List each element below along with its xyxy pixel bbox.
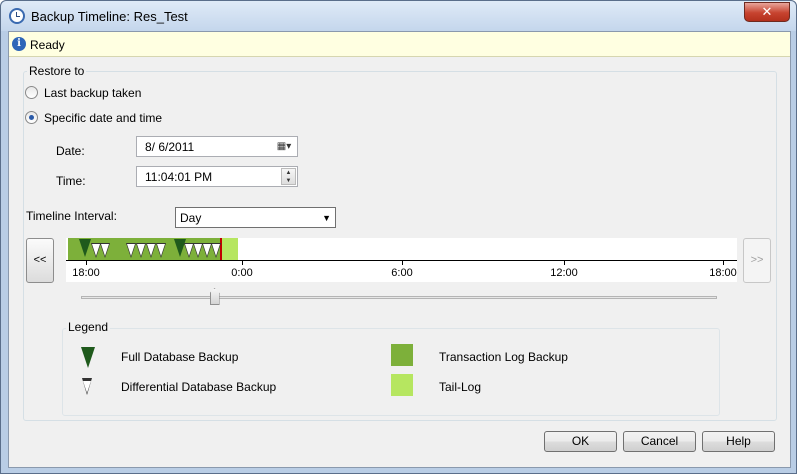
tail-log-swatch	[391, 374, 413, 396]
time-label: Time:	[56, 174, 86, 188]
tick-label: 18:00	[709, 267, 737, 279]
date-picker[interactable]: 8/ 6/2011 ▦▾	[136, 136, 298, 157]
spin-down-icon[interactable]: ▼	[282, 177, 295, 185]
specific-date-radio[interactable]	[25, 111, 38, 124]
legend-tail-log-label: Tail-Log	[439, 380, 482, 394]
backup-timeline-dialog: Backup Timeline: Res_Test ✕ i Ready Rest…	[0, 0, 797, 474]
differential-backup-marker[interactable]	[211, 243, 221, 258]
clock-icon	[9, 8, 25, 24]
timeline-slider-track[interactable]	[81, 296, 717, 299]
full-backup-marker[interactable]	[79, 239, 91, 257]
dialog-body: i Ready Restore to Last backup taken Spe…	[8, 31, 791, 468]
differential-backup-marker[interactable]	[136, 243, 146, 258]
legend-transaction-log-label: Transaction Log Backup	[439, 350, 568, 364]
last-backup-radio[interactable]	[25, 86, 38, 99]
time-spinner[interactable]: ▲ ▼	[281, 168, 296, 185]
date-label: Date:	[56, 144, 85, 158]
timeline-interval-select[interactable]: Day ▼	[175, 207, 336, 228]
cancel-button[interactable]: Cancel	[623, 431, 696, 452]
help-button[interactable]: Help	[702, 431, 775, 452]
chevron-down-icon: ▼	[322, 213, 331, 223]
tick-label: 18:00	[72, 267, 100, 279]
ok-button[interactable]: OK	[544, 431, 617, 452]
tail-log-range	[220, 238, 238, 260]
timeline-next-button[interactable]: >>	[743, 238, 771, 283]
tick-label: 12:00	[550, 267, 578, 279]
axis-tick	[402, 260, 403, 265]
axis-tick	[86, 260, 87, 265]
full-backup-icon	[81, 347, 95, 368]
calendar-dropdown-icon[interactable]: ▦▾	[273, 139, 295, 154]
backup-timeline[interactable]: 18:00 0:00 6:00 12:00 18:00	[66, 238, 737, 282]
specific-date-label[interactable]: Specific date and time	[44, 111, 162, 125]
timeline-interval-label: Timeline Interval:	[26, 209, 117, 223]
spin-up-icon[interactable]: ▲	[282, 169, 295, 177]
differential-backup-marker[interactable]	[126, 243, 136, 258]
axis-tick	[564, 260, 565, 265]
tick-label: 6:00	[391, 267, 413, 279]
differential-backup-marker[interactable]	[156, 243, 166, 258]
last-backup-label[interactable]: Last backup taken	[44, 86, 141, 100]
time-picker[interactable]: 11:04:01 PM ▲ ▼	[136, 166, 298, 187]
date-value: 8/ 6/2011	[145, 140, 195, 154]
restore-to-label: Restore to	[27, 64, 87, 78]
timeline-prev-button[interactable]: <<	[26, 238, 54, 283]
legend-full-backup-label: Full Database Backup	[121, 350, 239, 364]
tick-label: 0:00	[231, 267, 253, 279]
differential-backup-icon	[82, 378, 92, 395]
legend-group	[62, 328, 720, 416]
info-icon: i	[12, 37, 26, 51]
differential-backup-marker[interactable]	[146, 243, 156, 258]
differential-backup-marker[interactable]	[100, 243, 110, 258]
transaction-log-swatch	[391, 344, 413, 366]
close-button[interactable]: ✕	[744, 2, 790, 22]
axis-tick	[242, 260, 243, 265]
status-text: Ready	[30, 38, 65, 52]
legend-differential-label: Differential Database Backup	[121, 380, 277, 394]
window-title: Backup Timeline: Res_Test	[31, 9, 188, 24]
axis-tick	[723, 260, 724, 265]
status-bar: i Ready	[9, 32, 790, 57]
time-value: 11:04:01 PM	[145, 170, 213, 184]
timeline-interval-value: Day	[180, 211, 202, 225]
title-bar: Backup Timeline: Res_Test ✕	[1, 1, 796, 31]
legend-title: Legend	[66, 320, 111, 334]
